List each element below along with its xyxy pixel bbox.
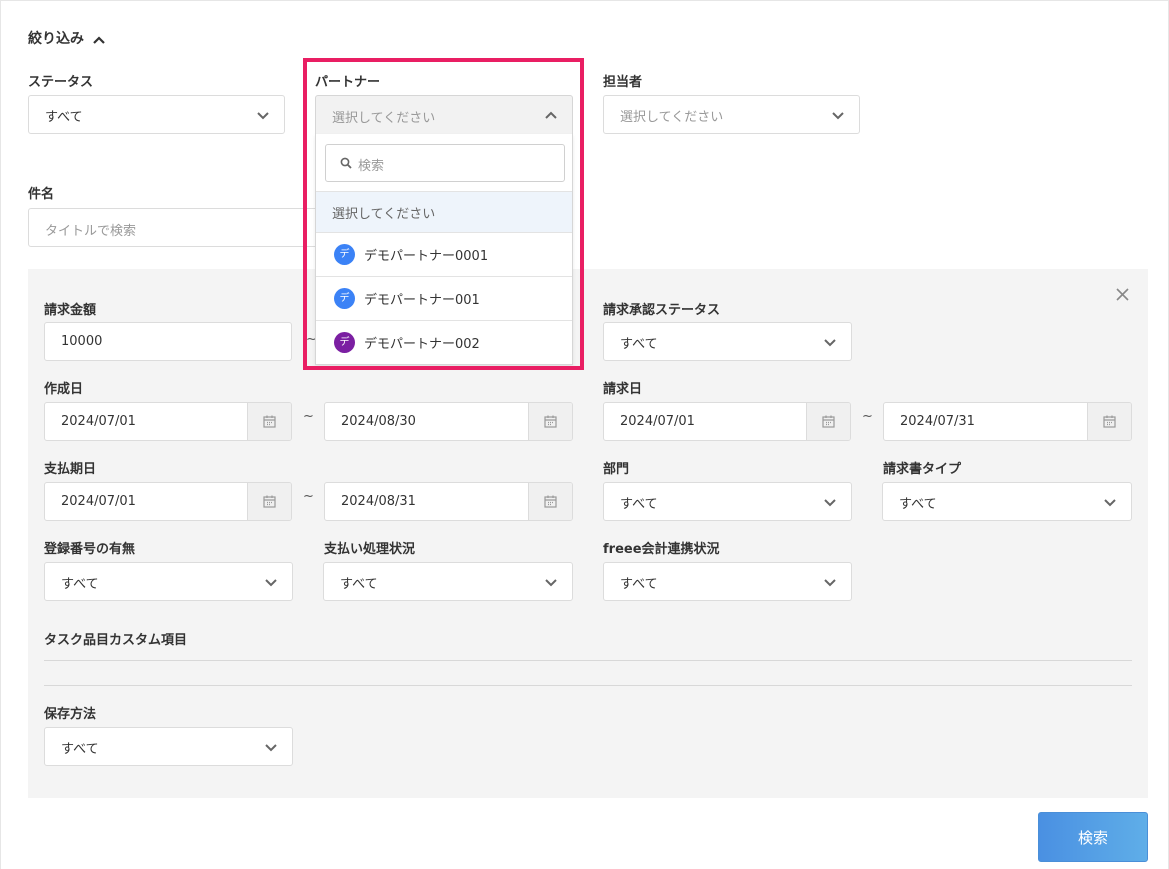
calendar-button[interactable] (806, 403, 850, 440)
department-select[interactable]: すべて (603, 482, 852, 521)
created-date-to-value: 2024/08/30 (341, 414, 416, 429)
invoice-date-from-value: 2024/07/01 (620, 414, 695, 429)
chevron-down-icon (257, 112, 269, 120)
filter-toggle-label: 絞り込み (28, 31, 84, 47)
calendar-button[interactable] (528, 403, 572, 440)
assignee-placeholder: 選択してください (620, 110, 724, 125)
payment-status-value: すべて (340, 577, 378, 592)
invoice-date-from[interactable]: 2024/07/01 (603, 402, 851, 441)
assignee-select[interactable]: 選択してください (603, 95, 860, 134)
payment-status-select[interactable]: すべて (323, 562, 573, 601)
calendar-button[interactable] (247, 403, 291, 440)
status-value: すべて (45, 110, 83, 125)
subject-label: 件名 (28, 187, 55, 202)
subject-placeholder: タイトルで検索 (45, 224, 137, 239)
calendar-icon (263, 495, 276, 508)
amount-value: 10000 (61, 334, 103, 349)
due-date-to[interactable]: 2024/08/31 (324, 482, 573, 521)
subject-input[interactable]: タイトルで検索 (28, 208, 318, 247)
calendar-button[interactable] (247, 483, 291, 520)
chevron-down-icon (824, 579, 836, 587)
department-value: すべて (620, 497, 658, 512)
status-select[interactable]: すべて (28, 95, 285, 134)
calendar-icon (1103, 415, 1116, 428)
created-date-label: 作成日 (44, 382, 84, 397)
due-date-separator: ~ (303, 489, 314, 504)
chevron-up-icon (93, 35, 105, 44)
status-label: ステータス (28, 75, 94, 90)
created-date-to[interactable]: 2024/08/30 (324, 402, 573, 441)
approval-status-select[interactable]: すべて (603, 322, 852, 361)
amount-label: 請求金額 (44, 303, 97, 318)
calendar-button[interactable] (1087, 403, 1131, 440)
invoice-date-separator: ~ (862, 409, 873, 424)
approval-status-label: 請求承認ステータス (603, 303, 721, 318)
highlight-box (303, 58, 584, 370)
chevron-down-icon (832, 112, 844, 120)
registration-label: 登録番号の有無 (44, 542, 136, 557)
invoice-type-value: すべて (899, 497, 937, 512)
created-date-from-value: 2024/07/01 (61, 414, 136, 429)
due-date-from-value: 2024/07/01 (61, 494, 136, 509)
chevron-down-icon (265, 579, 277, 587)
amount-input[interactable]: 10000 (44, 322, 292, 361)
invoice-date-to[interactable]: 2024/07/31 (883, 402, 1132, 441)
due-date-from[interactable]: 2024/07/01 (44, 482, 292, 521)
payment-status-label: 支払い処理状況 (324, 542, 416, 557)
calendar-icon (544, 415, 557, 428)
calendar-button[interactable] (528, 483, 572, 520)
divider (44, 660, 1132, 661)
due-date-to-value: 2024/08/31 (341, 494, 416, 509)
invoice-date-to-value: 2024/07/31 (900, 414, 975, 429)
chevron-down-icon (824, 499, 836, 507)
filter-page: 絞り込み ステータス すべて パートナー 担当者 選択してください 件名 タイト… (0, 0, 1169, 869)
divider (44, 685, 1132, 686)
calendar-icon (263, 415, 276, 428)
due-date-label: 支払期日 (44, 462, 97, 477)
storage-label: 保存方法 (44, 707, 97, 722)
close-icon[interactable] (1115, 287, 1130, 302)
department-label: 部門 (603, 462, 630, 477)
filter-toggle[interactable]: 絞り込み (28, 28, 106, 48)
created-date-separator: ~ (303, 409, 314, 424)
chevron-down-icon (545, 579, 557, 587)
search-button[interactable]: 検索 (1038, 812, 1148, 862)
created-date-from[interactable]: 2024/07/01 (44, 402, 292, 441)
chevron-down-icon (265, 744, 277, 752)
chevron-down-icon (824, 339, 836, 347)
calendar-icon (544, 495, 557, 508)
assignee-label: 担当者 (603, 75, 643, 90)
registration-select[interactable]: すべて (44, 562, 293, 601)
invoice-date-label: 請求日 (603, 382, 643, 397)
approval-status-value: すべて (620, 337, 658, 352)
invoice-type-label: 請求書タイプ (883, 462, 962, 477)
freee-status-label: freee会計連携状況 (603, 542, 720, 557)
custom-items-label: タスク品目カスタム項目 (44, 633, 188, 648)
storage-select[interactable]: すべて (44, 727, 293, 766)
chevron-down-icon (1104, 499, 1116, 507)
storage-value: すべて (61, 742, 99, 757)
registration-value: すべて (61, 577, 99, 592)
invoice-type-select[interactable]: すべて (882, 482, 1132, 521)
freee-status-value: すべて (620, 577, 658, 592)
freee-status-select[interactable]: すべて (603, 562, 852, 601)
calendar-icon (822, 415, 835, 428)
